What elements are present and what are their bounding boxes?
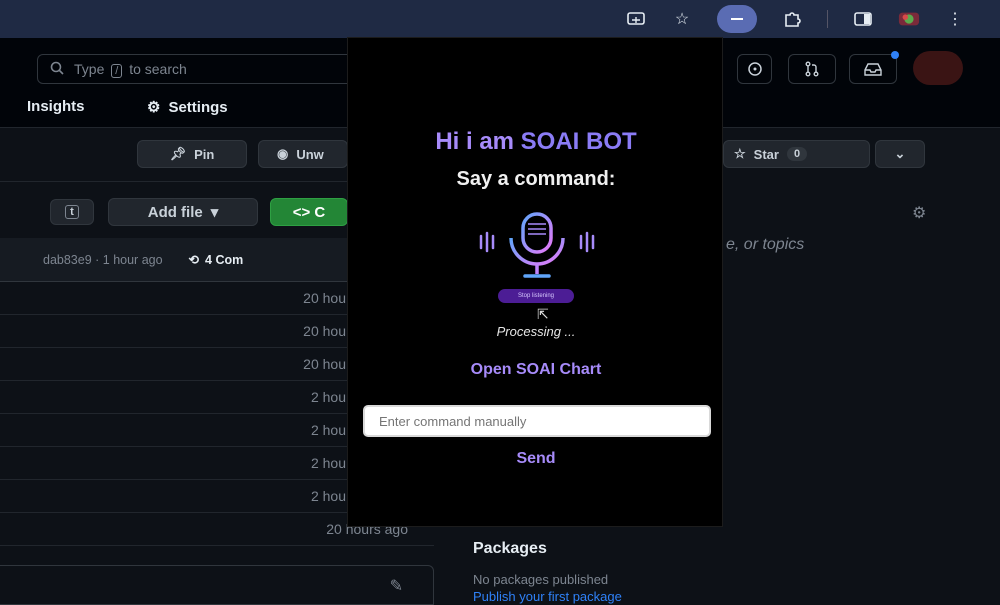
stop-listening-button[interactable]: Stop listening — [498, 289, 574, 303]
eye-icon: ◉ — [277, 146, 289, 161]
popup-title: Hi i am SOAI BOT — [435, 128, 637, 155]
pull-request-icon — [805, 61, 819, 77]
pull-requests-button[interactable] — [788, 54, 836, 84]
open-chart-link[interactable]: Open SOAI Chart — [348, 361, 724, 379]
history-icon: ⟲ — [188, 253, 200, 267]
about-settings-gear-icon[interactable]: ⚙ — [912, 203, 926, 223]
tab-settings[interactable]: ⚙ Settings — [147, 98, 228, 117]
go-to-file-shortcut[interactable]: t — [50, 199, 94, 225]
tab-insights[interactable]: Insights — [27, 98, 85, 115]
browser-extension-icons: ☆ ⋮ — [625, 0, 1000, 38]
extension-active-icon[interactable] — [717, 5, 757, 33]
tab-insights-label: Insights — [27, 98, 85, 115]
chevron-down-icon: ▾ — [210, 204, 219, 221]
star-icon[interactable]: ☆ — [671, 8, 693, 30]
microphone-icon[interactable] — [475, 208, 599, 280]
tab-settings-label: Settings — [168, 98, 228, 116]
chevron-down-icon: ⌄ — [894, 146, 906, 161]
readme-box: ✎ — [0, 565, 434, 605]
processing-status: Processing ... — [496, 324, 576, 339]
search-shortcut-key: / — [111, 63, 123, 78]
issue-icon — [747, 62, 762, 76]
unwatch-button[interactable]: ◉ Unw — [258, 140, 348, 168]
cursor-icon: ⇱ — [537, 306, 549, 322]
puzzle-icon[interactable] — [781, 8, 803, 30]
avatar[interactable] — [913, 51, 963, 85]
pin-button[interactable]: 📌︎ Pin — [137, 140, 247, 168]
gear-icon: ⚙ — [147, 99, 161, 116]
packages-heading: Packages — [473, 540, 547, 557]
send-button[interactable]: Send — [348, 450, 724, 468]
packages-section: Packages No packages published Publish y… — [473, 540, 622, 604]
no-packages-text: No packages published — [473, 572, 609, 587]
add-file-button[interactable]: Add file ▾ — [108, 198, 258, 226]
commit-hash-time[interactable]: dab83e9 · 1 hour ago — [43, 253, 163, 267]
sidepanel-icon[interactable] — [852, 8, 874, 30]
pencil-icon[interactable]: ✎ — [390, 576, 403, 596]
browser-toolbar: ☆ ⋮ — [0, 0, 1000, 38]
star-count: 0 — [786, 147, 808, 161]
menu-icon[interactable]: ⋮ — [944, 8, 966, 30]
inbox-icon — [864, 63, 882, 76]
soai-bot-popup: Hi i am SOAI BOT Say a command: Stop lis… — [347, 37, 723, 527]
publish-package-link[interactable]: Publish your first package — [473, 589, 622, 604]
search-input[interactable]: Type / to search — [37, 54, 357, 84]
inbox-button[interactable] — [849, 54, 897, 84]
search-placeholder: Type / to search — [74, 60, 187, 78]
cast-icon[interactable] — [625, 8, 647, 30]
search-icon — [50, 61, 64, 78]
profile-icon[interactable] — [898, 8, 920, 30]
shortcut-key: t — [65, 205, 79, 219]
code-button[interactable]: <> C — [270, 198, 348, 226]
toolbar-divider — [827, 10, 828, 28]
commits-link[interactable]: ⟲ 4 Com — [188, 252, 244, 268]
star-button[interactable]: ☆ Star 0 — [723, 140, 870, 168]
star-icon: ☆ — [734, 146, 746, 161]
notification-dot — [891, 51, 899, 59]
command-input[interactable] — [363, 405, 711, 437]
about-description: e, or topics — [726, 236, 805, 253]
issues-button[interactable] — [737, 54, 772, 84]
pin-icon: 📌︎ — [169, 146, 187, 161]
star-dropdown-button[interactable]: ⌄ — [875, 140, 925, 168]
popup-prompt: Say a command: — [456, 168, 616, 190]
